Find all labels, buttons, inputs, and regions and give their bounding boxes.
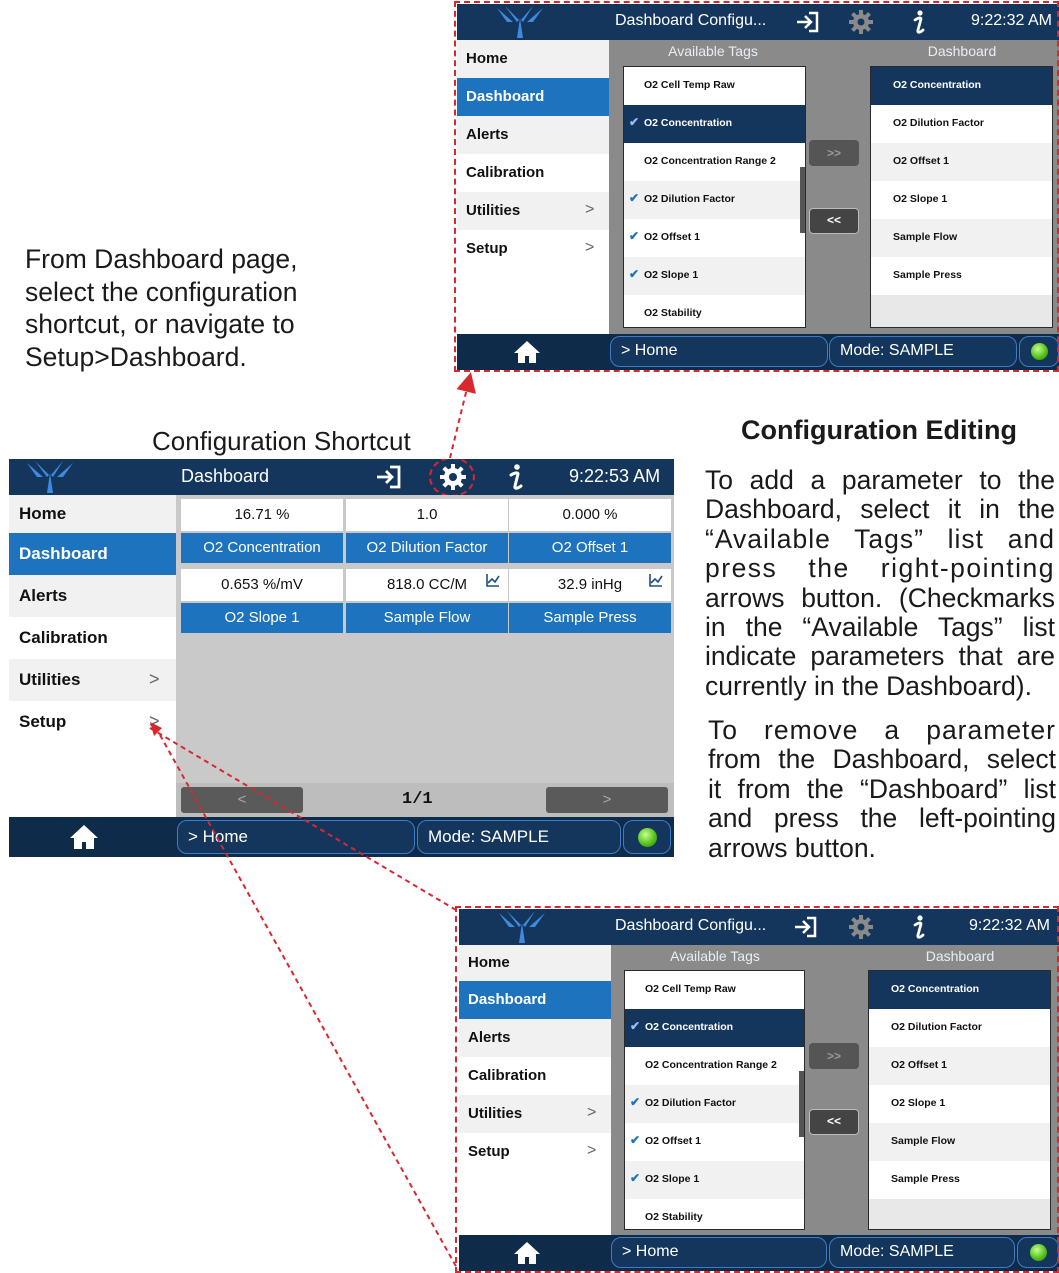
annotation-arrows bbox=[149, 372, 476, 1271]
arrow-gear-to-config bbox=[449, 372, 476, 459]
arrow-setup-to-config-line bbox=[159, 734, 459, 1271]
arrow-setup-to-config-line bbox=[149, 727, 457, 911]
